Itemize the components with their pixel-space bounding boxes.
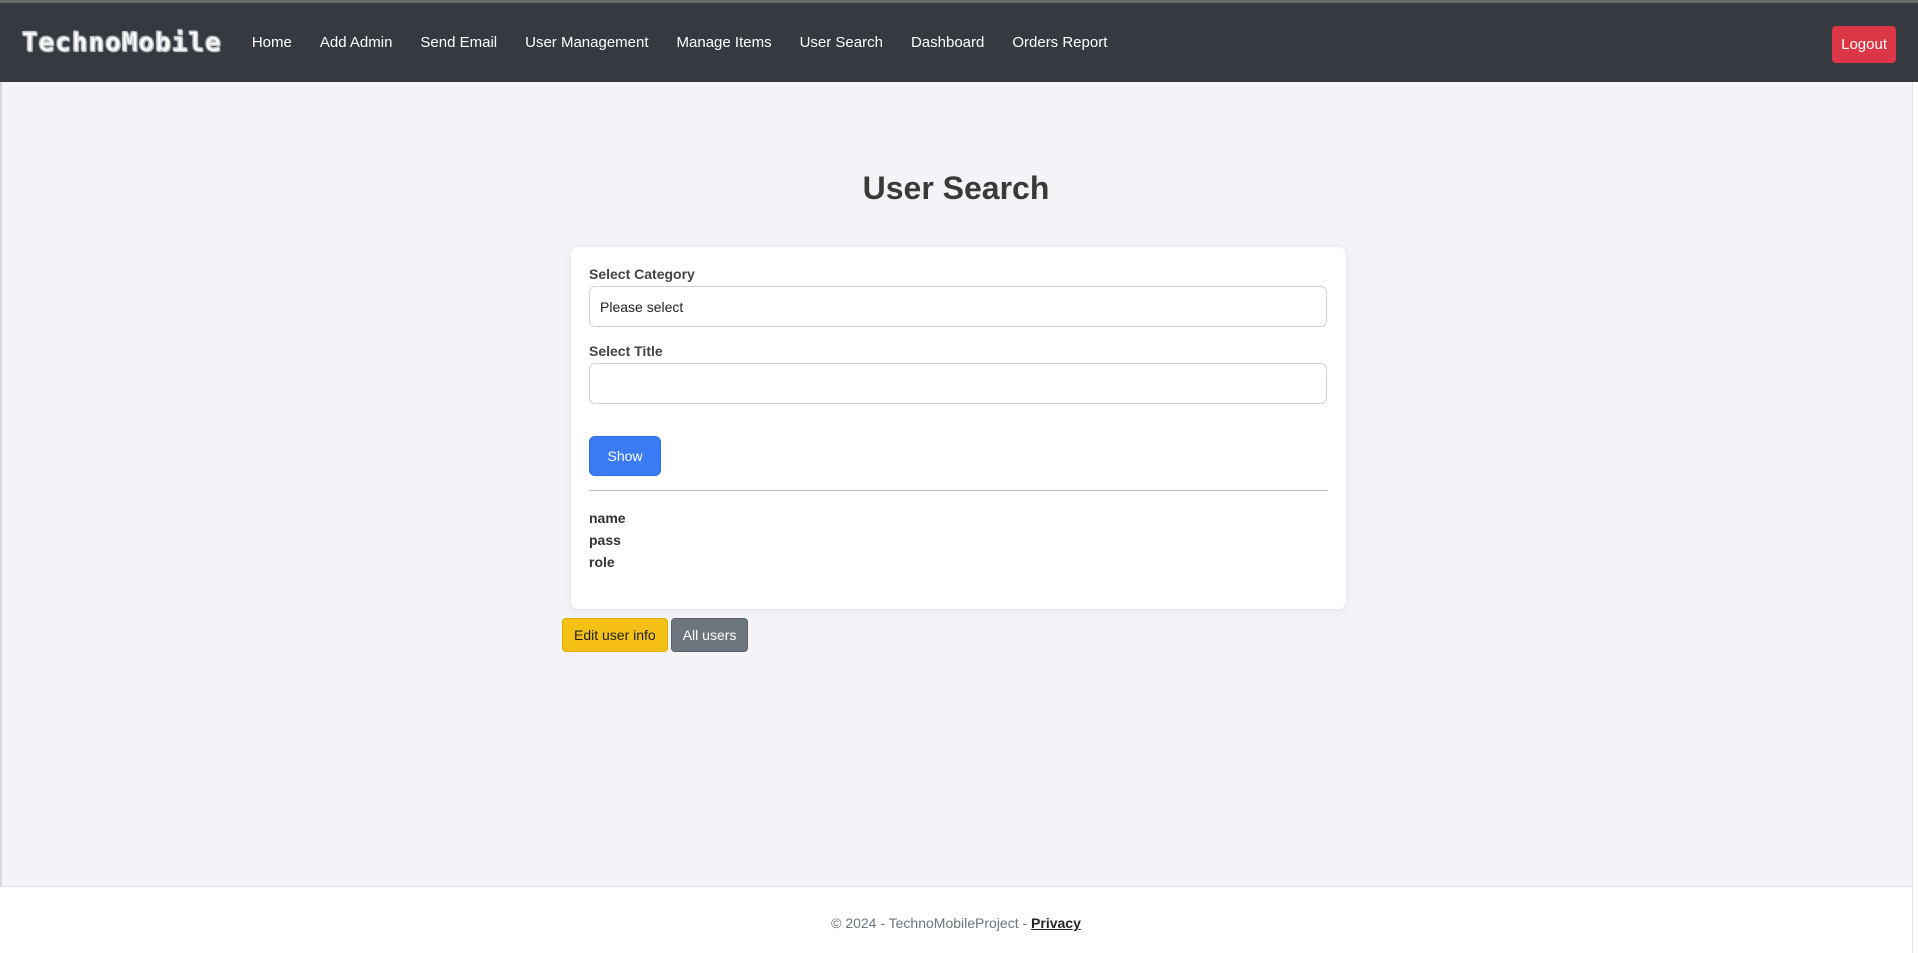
divider — [589, 490, 1328, 491]
brand-logo[interactable]: TechnoMobile — [22, 27, 222, 58]
field-role: role — [589, 554, 615, 570]
left-edge — [0, 82, 2, 953]
edit-user-info-button[interactable]: Edit user info — [562, 618, 668, 652]
field-pass: pass — [589, 532, 621, 548]
nav-dashboard[interactable]: Dashboard — [897, 26, 998, 59]
all-users-button[interactable]: All users — [670, 618, 749, 652]
nav-add-admin[interactable]: Add Admin — [306, 26, 407, 59]
scrollbar-track[interactable] — [1912, 82, 1918, 953]
nav-user-management[interactable]: User Management — [511, 26, 662, 59]
show-button[interactable]: Show — [589, 436, 661, 476]
field-name: name — [589, 510, 626, 526]
title-select[interactable] — [589, 363, 1327, 404]
privacy-link[interactable]: Privacy — [1031, 915, 1081, 931]
navbar: TechnoMobile Home Add Admin Send Email U… — [0, 0, 1918, 82]
result-field-list: name pass role — [589, 507, 1328, 573]
action-buttons: Edit user info All users — [562, 618, 749, 652]
nav-send-email[interactable]: Send Email — [406, 26, 511, 59]
footer: © 2024 - TechnoMobileProject - Privacy — [0, 886, 1912, 953]
title-label: Select Title — [589, 343, 663, 359]
nav-orders-report[interactable]: Orders Report — [998, 26, 1121, 59]
search-card: Select Category Please select Select Tit… — [571, 247, 1346, 609]
nav-user-search[interactable]: User Search — [786, 26, 897, 59]
footer-copyright: © 2024 - TechnoMobileProject - — [831, 915, 1032, 931]
page-title: User Search — [862, 170, 1050, 206]
logout-button[interactable]: Logout — [1832, 26, 1896, 63]
category-label: Select Category — [589, 266, 695, 282]
nav-manage-items[interactable]: Manage Items — [663, 26, 786, 59]
category-select[interactable]: Please select — [589, 286, 1327, 327]
nav-home[interactable]: Home — [238, 26, 306, 59]
main-nav: Home Add Admin Send Email User Managemen… — [238, 26, 1122, 59]
category-select-value: Please select — [600, 298, 684, 315]
